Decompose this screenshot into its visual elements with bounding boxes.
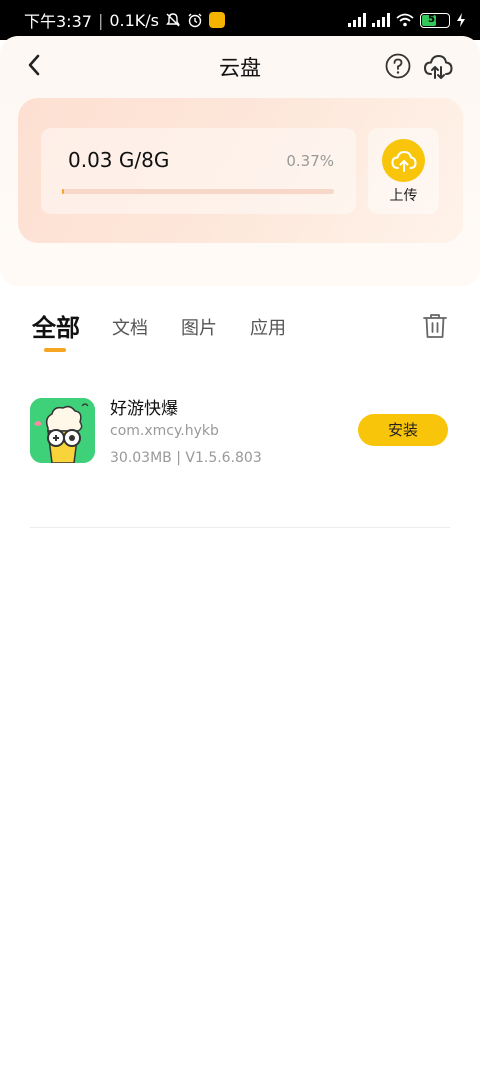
tab-documents[interactable]: 文档 (112, 314, 148, 340)
network-speed: 0.1K/s (109, 10, 159, 30)
delete-button[interactable] (422, 312, 448, 340)
package-name: com.xmcy.hykb (110, 423, 219, 439)
storage-usage-box: 0.03 G/8G 0.37% (41, 128, 356, 214)
cloud-upload-icon (424, 55, 453, 79)
bell-muted-icon (166, 13, 180, 27)
install-button[interactable]: 安装 (358, 414, 448, 446)
app-notification-icon (209, 12, 225, 28)
list-item[interactable]: 好游快爆 com.xmcy.hykb 30.03MB | V1.5.6.803 … (30, 394, 450, 492)
header: 云盘 (0, 36, 480, 96)
list-divider (30, 527, 450, 528)
storage-progress-fill (62, 189, 65, 194)
file-meta: 30.03MB | V1.5.6.803 (110, 450, 262, 466)
battery-level: 55 (428, 14, 442, 25)
storage-percent: 0.37% (286, 152, 334, 170)
trash-icon (423, 314, 447, 338)
cloud-transfer-button[interactable] (422, 50, 454, 82)
active-tab-indicator (44, 348, 66, 352)
file-name: 好游快爆 (110, 399, 178, 419)
signal-icon (372, 13, 390, 27)
app-icon (30, 398, 95, 463)
storage-progress-bar (62, 189, 334, 194)
help-button[interactable] (384, 52, 412, 80)
status-separator: | (97, 10, 104, 30)
upload-icon-circle (382, 139, 425, 182)
upload-button[interactable]: 上传 (368, 128, 439, 214)
help-icon (385, 53, 411, 79)
upload-label: 上传 (389, 188, 418, 204)
tab-images[interactable]: 图片 (181, 314, 217, 340)
status-bar: 下午3:37 | 0.1K/s 55 (0, 0, 480, 40)
alarm-icon (188, 13, 202, 28)
storage-usage: 0.03 G/8G (68, 148, 170, 172)
popcorn-mascot-icon (30, 398, 95, 463)
signal-icon (348, 13, 366, 27)
battery-icon: 55 (420, 12, 450, 28)
cloud-disk-page: 云盘 0.03 G/8G 0.37% 上传 全部 文档 图片 应用 好游快爆 c… (0, 36, 480, 1067)
storage-card: 0.03 G/8G 0.37% 上传 (18, 98, 463, 243)
wifi-icon (396, 13, 414, 27)
category-tabs: 全部 文档 图片 应用 (0, 308, 480, 358)
tab-apps[interactable]: 应用 (250, 314, 286, 340)
charging-icon (457, 13, 465, 27)
tab-all[interactable]: 全部 (32, 308, 80, 343)
status-time: 下午3:37 (24, 12, 92, 31)
upload-icon (391, 150, 416, 172)
